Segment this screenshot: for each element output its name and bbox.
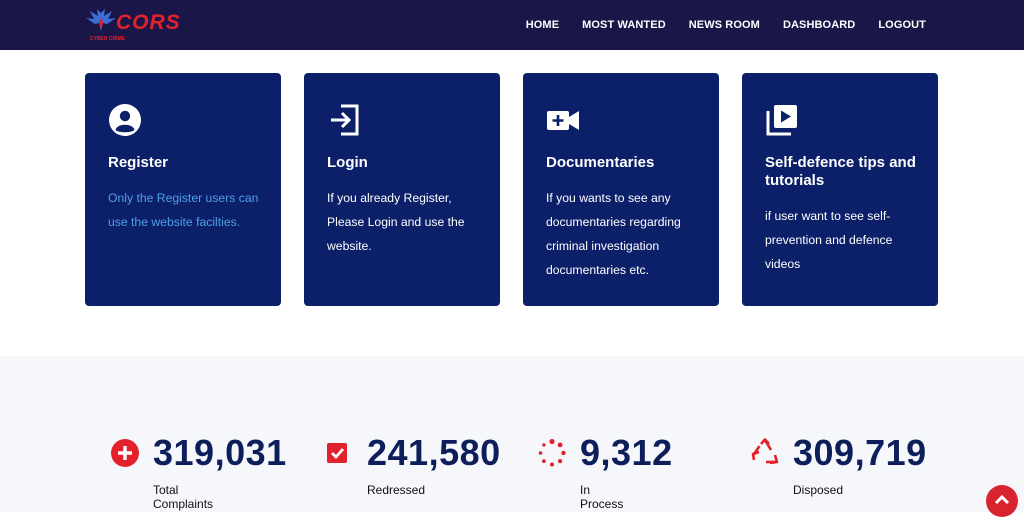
card-text: If you wants to see any documentaries reg… [546, 191, 681, 277]
card-text: If you already Register, Please Login and… [327, 191, 465, 253]
nav-dashboard[interactable]: DASHBOARD [783, 19, 855, 31]
eagle-icon [86, 9, 116, 31]
card-text: if user want to see self-prevention and … [765, 209, 893, 271]
card-title: Self-defence tips and tutorials [765, 154, 916, 189]
card-title: Documentaries [546, 154, 655, 171]
nav-home[interactable]: HOME [526, 19, 559, 31]
stat-value: 319,031 [153, 432, 287, 473]
login-icon [331, 104, 359, 136]
brand-logo[interactable]: CORS CYBER CRIME [86, 9, 196, 43]
register-card[interactable]: Register Only the Register users can use … [85, 73, 281, 306]
stat-label: Redressed [367, 483, 426, 497]
recycle-icon [751, 438, 779, 465]
stat-value: 241,580 [367, 432, 501, 473]
self-defence-card[interactable]: Self-defence tips and tutorials if user w… [742, 73, 938, 306]
card-title: Login [327, 154, 368, 171]
play-library-icon [766, 105, 797, 136]
stat-value: 9,312 [580, 432, 673, 473]
stat-label: In Process [580, 483, 624, 511]
check-square-icon [327, 443, 347, 463]
stat-value: 309,719 [793, 432, 927, 473]
nav-most-wanted[interactable]: MOST WANTED [582, 19, 666, 31]
documentaries-card[interactable]: Documentaries If you wants to see any doc… [523, 73, 719, 306]
top-navbar: CORS CYBER CRIME HOME MOST WANTED NEWS R… [0, 0, 1024, 50]
stat-label: Total Complaints [153, 483, 214, 511]
card-text: Only the Register users can use the websi… [108, 191, 259, 229]
scroll-to-top-button[interactable] [986, 485, 1018, 517]
brand-name: CORS [116, 11, 181, 34]
user-circle-icon [109, 104, 141, 136]
nav-logout[interactable]: LOGOUT [878, 19, 926, 31]
brand-tagline: CYBER CRIME [90, 36, 126, 42]
stat-label: Disposed [793, 483, 844, 497]
video-camera-icon [547, 111, 579, 130]
login-card[interactable]: Login If you already Register, Please Log… [304, 73, 500, 306]
chevron-up-icon [994, 494, 1010, 505]
plus-circle-icon [111, 439, 139, 467]
main-menu: HOME MOST WANTED NEWS ROOM DASHBOARD LOG… [526, 0, 926, 50]
nav-news-room[interactable]: NEWS ROOM [689, 19, 760, 31]
card-title: Register [108, 154, 169, 171]
spinner-icon [538, 438, 566, 467]
